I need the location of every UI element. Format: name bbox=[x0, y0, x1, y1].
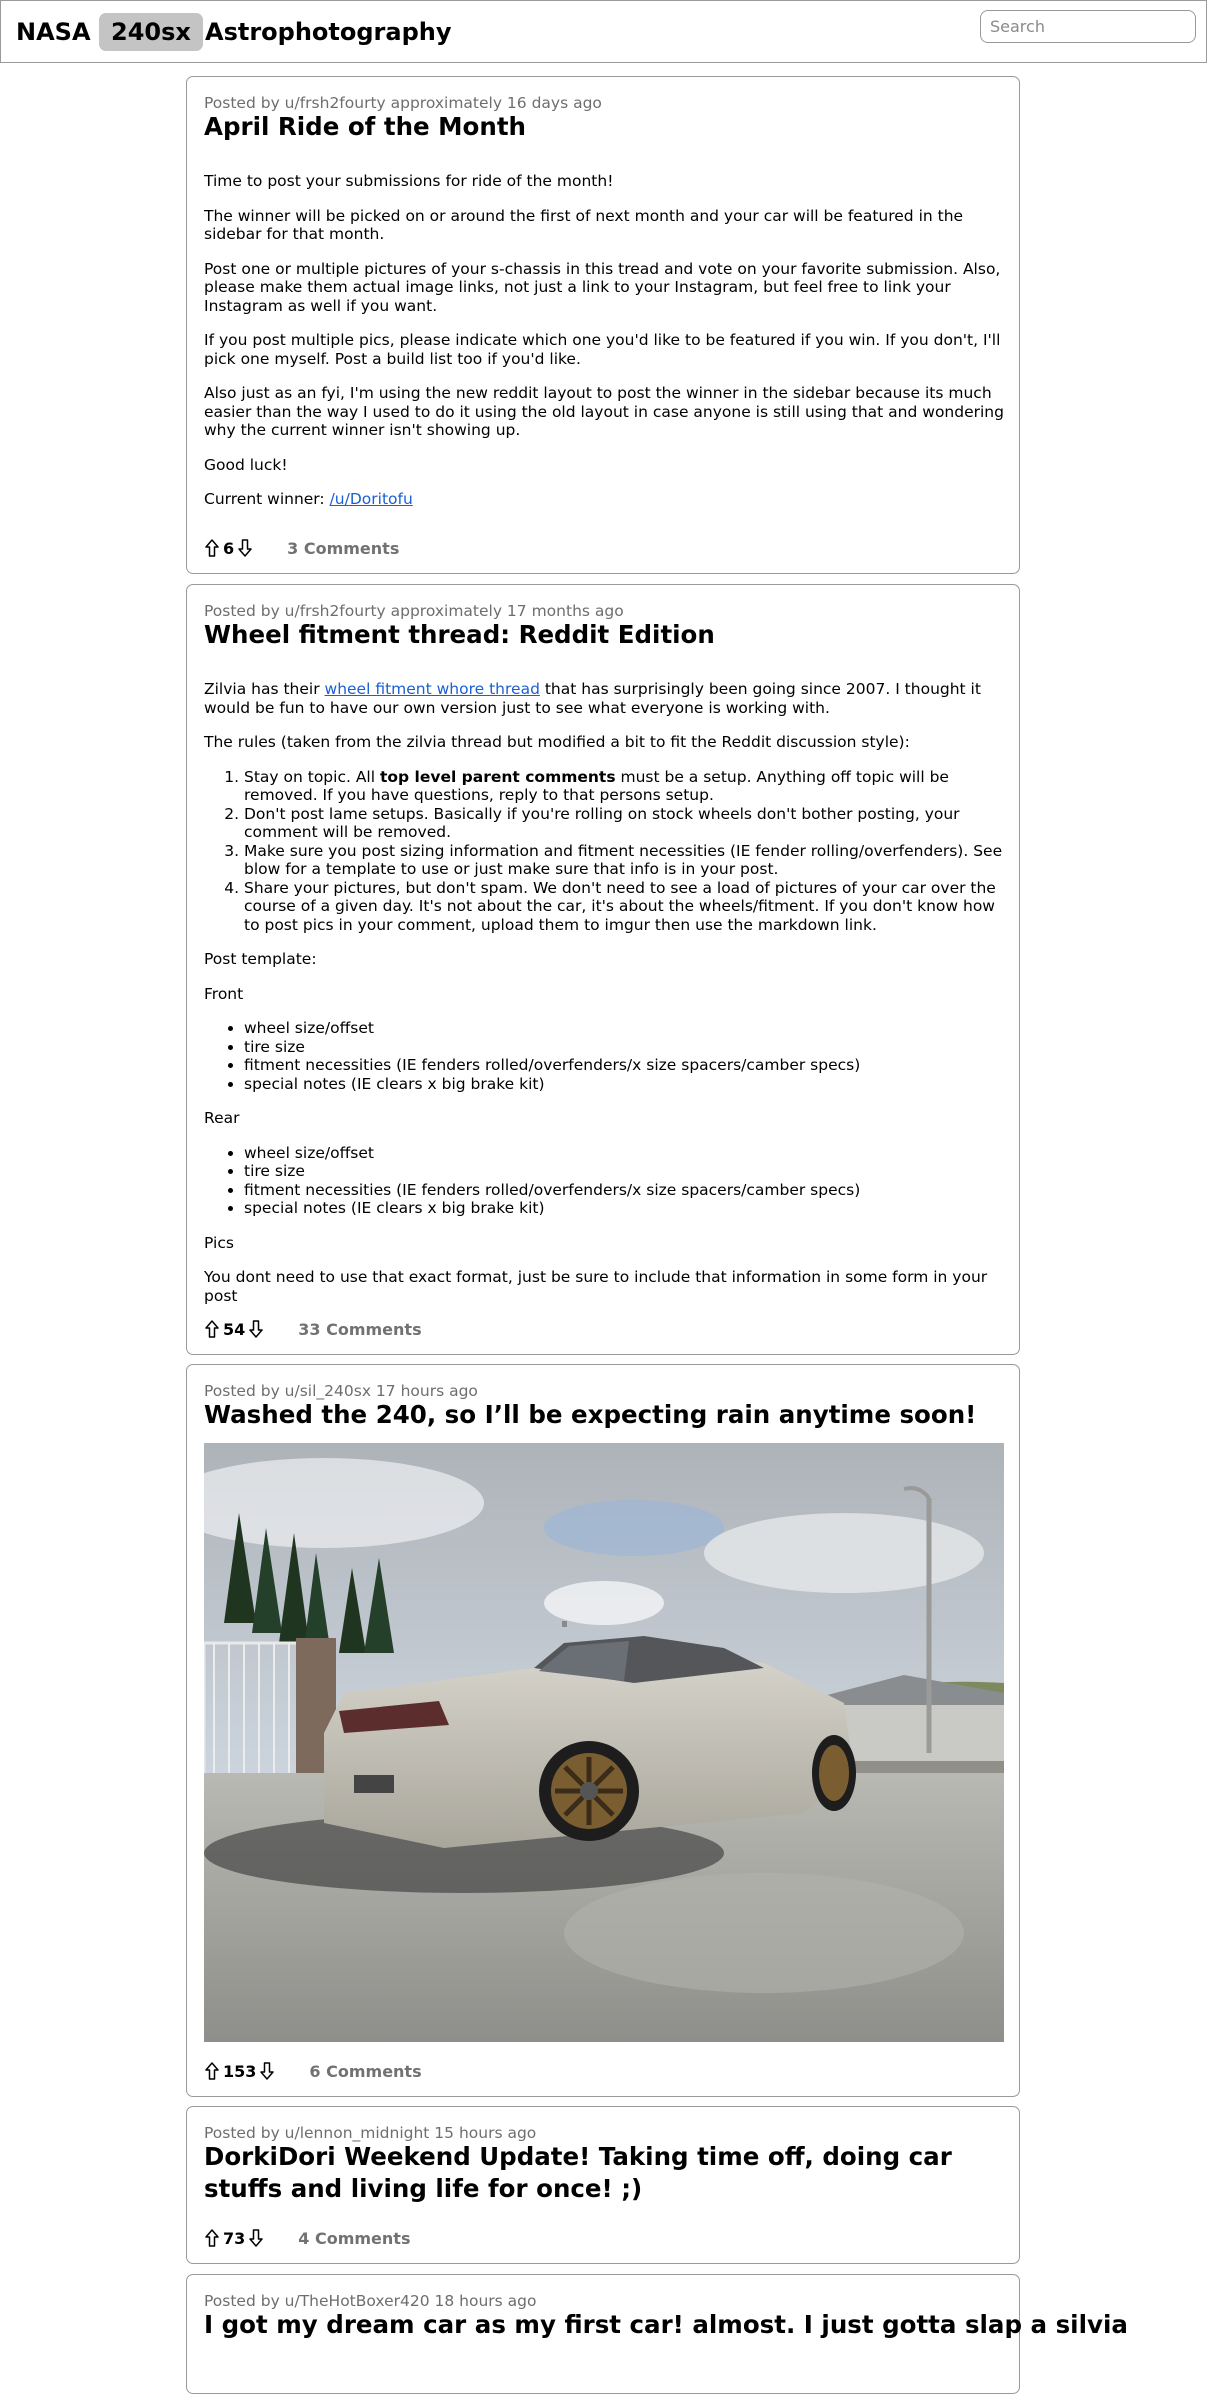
vote-score: 6 bbox=[223, 538, 235, 558]
post-meta: Posted by u/frsh2fourty approximately 16… bbox=[204, 94, 602, 112]
rear-template-list: wheel size/offset tire size fitment nece… bbox=[204, 1144, 1010, 1218]
post-card: Posted by u/lennon_midnight 15 hours ago… bbox=[186, 2106, 1020, 2264]
current-winner-label: Current winner: bbox=[204, 490, 325, 508]
post-footer: 6 3 Comments bbox=[204, 536, 399, 560]
post-meta: Posted by u/frsh2fourty approximately 17… bbox=[204, 602, 624, 620]
post-title[interactable]: I got my dream car as my first car! almo… bbox=[204, 2309, 1128, 2341]
post-title[interactable]: April Ride of the Month bbox=[204, 111, 1004, 143]
post-meta: Posted by u/sil_240sx 17 hours ago bbox=[204, 1382, 478, 1400]
template-item: special notes (IE clears x big brake kit… bbox=[244, 1075, 1010, 1094]
comments-link[interactable]: 3 Comments bbox=[287, 539, 399, 558]
downvote-arrow-icon[interactable] bbox=[248, 2228, 264, 2248]
post-title[interactable]: DorkiDori Weekend Update! Taking time of… bbox=[204, 2141, 1004, 2205]
rule-item: Make sure you post sizing information an… bbox=[244, 842, 1010, 879]
template-item: wheel size/offset bbox=[244, 1019, 1010, 1038]
post-title[interactable]: Washed the 240, so I’ll be expecting rai… bbox=[204, 1399, 1004, 1431]
rule-emphasis: top level parent comments bbox=[379, 767, 616, 786]
upvote-arrow-icon[interactable] bbox=[204, 538, 220, 558]
post-card: Posted by u/sil_240sx 17 hours ago Washe… bbox=[186, 1364, 1020, 2097]
template-item: tire size bbox=[244, 1038, 1010, 1057]
post-meta: Posted by u/lennon_midnight 15 hours ago bbox=[204, 2124, 537, 2142]
winner-user-link[interactable]: /u/Doritofu bbox=[330, 490, 413, 508]
downvote-arrow-icon[interactable] bbox=[248, 1319, 264, 1339]
post-paragraph: Good luck! bbox=[204, 455, 288, 474]
upvote-arrow-icon[interactable] bbox=[204, 2061, 220, 2081]
post-card: Posted by u/frsh2fourty approximately 17… bbox=[186, 584, 1020, 1355]
post-title[interactable]: Wheel fitment thread: Reddit Edition bbox=[204, 619, 1004, 651]
post-paragraph: Also just as an fyi, I'm using the new r… bbox=[204, 384, 1004, 439]
rules-list: Stay on topic. All top level parent comm… bbox=[204, 768, 1010, 935]
upvote-arrow-icon[interactable] bbox=[204, 2228, 220, 2248]
template-item: wheel size/offset bbox=[244, 1144, 1010, 1163]
post-meta: Posted by u/TheHotBoxer420 18 hours ago bbox=[204, 2292, 537, 2310]
search-input[interactable] bbox=[980, 10, 1196, 43]
post-paragraph: The winner will be picked on or around t… bbox=[204, 206, 964, 244]
upvote-arrow-icon[interactable] bbox=[204, 1319, 220, 1339]
post-footer: 54 33 Comments bbox=[204, 1317, 422, 1341]
post-footer: 73 4 Comments bbox=[204, 2226, 410, 2250]
post-card: Posted by u/TheHotBoxer420 18 hours ago … bbox=[186, 2274, 1128, 2394]
post-paragraph: Time to post your submissions for ride o… bbox=[204, 172, 614, 190]
template-item: special notes (IE clears x big brake kit… bbox=[244, 1199, 1010, 1218]
current-winner-line: Current winner: /u/Doritofu bbox=[204, 490, 1010, 509]
tab-astrophotography[interactable]: Astrophotography bbox=[193, 13, 464, 51]
vote-score: 73 bbox=[223, 2228, 246, 2248]
downvote-arrow-icon[interactable] bbox=[259, 2061, 275, 2081]
zilvia-thread-link[interactable]: wheel fitment whore thread bbox=[325, 680, 540, 698]
comments-link[interactable]: 4 Comments bbox=[298, 2229, 410, 2248]
rule-text: Stay on topic. All bbox=[244, 767, 380, 786]
rule-item: Stay on topic. All top level parent comm… bbox=[244, 768, 1010, 805]
template-item: fitment necessities (IE fenders rolled/o… bbox=[244, 1056, 1010, 1075]
post-paragraph: Pics bbox=[204, 1233, 234, 1252]
comments-link[interactable]: 6 Comments bbox=[309, 2062, 421, 2081]
comments-link[interactable]: 33 Comments bbox=[298, 1320, 421, 1339]
rule-item: Share your pictures, but don't spam. We … bbox=[244, 879, 1010, 935]
rule-item: Don't post lame setups. Basically if you… bbox=[244, 805, 1010, 842]
template-item: fitment necessities (IE fenders rolled/o… bbox=[244, 1181, 1010, 1200]
vote-score: 153 bbox=[223, 2061, 257, 2081]
post-paragraph: You dont need to use that exact format, … bbox=[204, 1268, 988, 1305]
post-paragraph: The rules (taken from the zilvia thread … bbox=[204, 733, 910, 751]
post-image-car-photo[interactable] bbox=[204, 1443, 1004, 2042]
post-card: Posted by u/frsh2fourty approximately 16… bbox=[186, 76, 1020, 574]
post-paragraph: Front bbox=[204, 984, 244, 1003]
post-paragraph: Rear bbox=[204, 1109, 240, 1127]
post-paragraph: Zilvia has their wheel fitment whore thr… bbox=[204, 680, 1010, 717]
top-nav-bar: NASA 240sx Astrophotography bbox=[0, 0, 1207, 63]
post-paragraph: If you post multiple pics, please indica… bbox=[204, 331, 1001, 368]
front-template-list: wheel size/offset tire size fitment nece… bbox=[204, 1019, 1010, 1093]
tab-240sx[interactable]: 240sx bbox=[99, 13, 203, 51]
post-body: Zilvia has their wheel fitment whore thr… bbox=[204, 680, 1010, 1321]
post-paragraph: Post template: bbox=[204, 950, 317, 968]
downvote-arrow-icon[interactable] bbox=[237, 538, 253, 558]
post-body: Time to post your submissions for ride o… bbox=[204, 172, 1010, 525]
tab-nasa[interactable]: NASA bbox=[4, 13, 103, 51]
post-footer: 153 6 Comments bbox=[204, 2059, 422, 2083]
post-paragraph: Post one or multiple pictures of your s-… bbox=[204, 259, 1001, 315]
vote-score: 54 bbox=[223, 1319, 246, 1339]
template-item: tire size bbox=[244, 1162, 1010, 1181]
intro-text: Zilvia has their bbox=[204, 680, 325, 698]
